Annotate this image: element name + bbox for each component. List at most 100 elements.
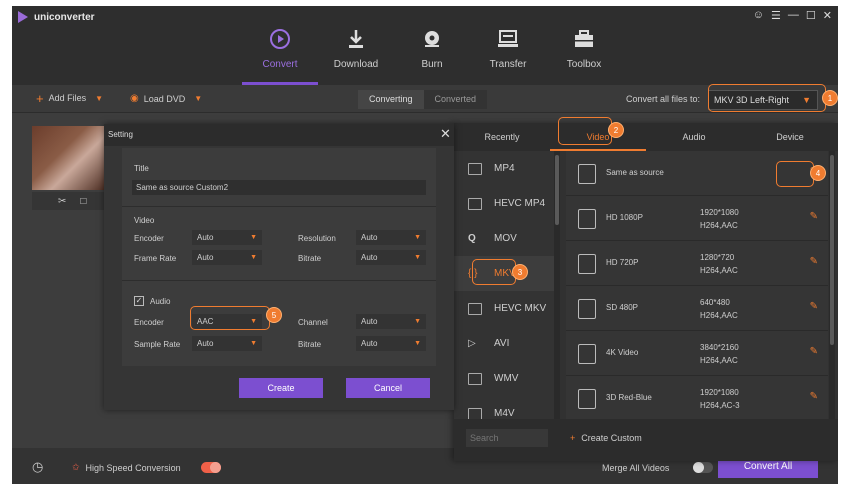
preset-name: HD 1080P — [606, 213, 643, 222]
preset-details: 640*480 H264,AAC — [700, 296, 738, 322]
create-button[interactable]: Create — [239, 378, 323, 398]
tab-audio[interactable]: Audio — [646, 123, 742, 151]
preset-codec: H264,AC-3 — [700, 401, 740, 410]
format-label: MOV — [494, 233, 517, 244]
chevron-down-icon[interactable]: ▼ — [95, 94, 103, 103]
tab-converting[interactable]: Converting — [358, 90, 424, 109]
format-list: MP4 HEVC MP4 Q MOV { } MKV HEVC MKV ▷ AVI W… — [454, 151, 554, 419]
tab-device[interactable]: Device — [742, 123, 838, 151]
frame-rate-select[interactable]: Auto ▼ — [192, 250, 262, 265]
maximize-icon[interactable]: ☐ — [806, 9, 816, 22]
preset-4k-video[interactable]: 4K Video 3840*2160 H264,AAC ✎ — [566, 331, 828, 376]
preset-resolution: 1920*1080 — [700, 388, 739, 397]
format-list-scrollbar[interactable] — [554, 151, 560, 419]
status-tabs: Converting Converted — [358, 90, 488, 109]
preset-codec: H264,AAC — [700, 221, 738, 230]
format-item-m4v[interactable]: M4V — [454, 396, 554, 419]
tab-converted[interactable]: Converted — [423, 90, 488, 109]
edit-icon[interactable]: ✎ — [810, 301, 818, 312]
high-speed-toggle[interactable] — [200, 462, 221, 473]
toolbox-icon — [574, 28, 594, 50]
menu-icon[interactable]: ☰ — [771, 9, 781, 22]
minimize-icon[interactable]: — — [788, 9, 799, 22]
nav-convert[interactable]: Convert — [242, 6, 318, 85]
close-icon[interactable]: ✕ — [823, 9, 832, 22]
user-icon[interactable]: ☺ — [753, 9, 764, 22]
chevron-down-icon: ▼ — [250, 234, 257, 241]
tab-recently[interactable]: Recently — [454, 123, 550, 151]
preset-codec: H264,AAC — [700, 266, 738, 275]
edit-icon[interactable]: ✎ — [810, 391, 818, 402]
nav-transfer[interactable]: Transfer — [470, 6, 546, 85]
preset-list-scrollbar[interactable] — [829, 151, 835, 419]
create-custom-button[interactable]: + Create Custom — [570, 433, 642, 443]
format-item-mov[interactable]: Q MOV — [454, 221, 554, 256]
load-dvd-label: Load DVD — [143, 93, 186, 104]
app-logo: uniconverter — [18, 11, 95, 23]
format-item-hevc-mkv[interactable]: HEVC MKV — [454, 291, 554, 326]
add-files-label: Add Files — [48, 93, 87, 103]
quicktime-icon: Q — [468, 233, 476, 244]
video-bitrate-select[interactable]: Auto ▼ — [356, 250, 426, 265]
format-search-input[interactable] — [466, 429, 548, 447]
sample-rate-select[interactable]: Auto ▼ — [192, 336, 262, 351]
merge-all-videos: Merge All Videos — [602, 462, 714, 473]
thumbnail-tools: ✂ □ — [32, 192, 106, 210]
format-item-mp4[interactable]: MP4 — [454, 151, 554, 186]
video-encoder-value: Auto — [197, 233, 214, 242]
resolution-select[interactable]: Auto ▼ — [356, 230, 426, 245]
crop-icon[interactable]: □ — [80, 196, 86, 207]
format-label: HEVC MP4 — [494, 198, 546, 209]
preset-hd-720p[interactable]: HD 720P 1280*720 H264,AAC ✎ — [566, 241, 828, 286]
format-item-avi[interactable]: ▷ AVI — [454, 326, 554, 361]
edit-icon[interactable]: ✎ — [810, 346, 818, 357]
video-bitrate-value: Auto — [361, 253, 378, 262]
nav-download[interactable]: Download — [318, 6, 394, 85]
chevron-down-icon: ▼ — [250, 340, 257, 347]
resolution-label: Resolution — [298, 234, 336, 243]
dialog-close-icon[interactable]: ✕ — [440, 126, 451, 142]
app-window: uniconverter ☺ ☰ — ☐ ✕ Convert Download — [12, 6, 838, 484]
high-speed-label: High Speed Conversion — [85, 462, 181, 473]
video-thumbnail[interactable] — [32, 126, 106, 190]
callout-highlight-format — [708, 84, 826, 112]
audio-bitrate-select[interactable]: Auto ▼ — [356, 336, 426, 351]
chevron-down-icon[interactable]: ▼ — [194, 94, 202, 103]
alarm-clock-icon[interactable]: ◷ — [32, 459, 43, 475]
frame-rate-value: Auto — [197, 253, 214, 262]
format-item-hevc-mp4[interactable]: HEVC MP4 — [454, 186, 554, 221]
load-dvd-button[interactable]: ◉ Load DVD ▼ — [130, 93, 202, 104]
callout-highlight-mkv — [472, 259, 516, 285]
download-icon — [347, 28, 365, 50]
cancel-button[interactable]: Cancel — [346, 378, 430, 398]
window-controls: ☺ ☰ — ☐ ✕ — [753, 9, 832, 22]
title-input[interactable]: Same as source Custom2 — [132, 180, 426, 195]
hevc-icon — [468, 302, 482, 315]
preset-name: Same as source — [606, 168, 664, 177]
edit-icon[interactable]: ✎ — [810, 256, 818, 267]
merge-toggle[interactable] — [693, 462, 714, 473]
burn-icon — [423, 28, 441, 50]
nav-burn-label: Burn — [421, 59, 443, 70]
video-encoder-select[interactable]: Auto ▼ — [192, 230, 262, 245]
lightning-icon: ✩ — [72, 462, 80, 472]
format-item-wmv[interactable]: WMV — [454, 361, 554, 396]
scissors-icon[interactable]: ✂ — [58, 196, 66, 207]
convert-all-to-label: Convert all files to: — [626, 94, 701, 104]
film-icon — [468, 162, 482, 175]
nav-burn[interactable]: Burn — [394, 6, 470, 85]
logo-icon — [18, 11, 28, 23]
transfer-icon — [498, 28, 518, 50]
preset-list: Same as source ✎ HD 1080P 1920*1080 H264,… — [566, 151, 828, 419]
preset-details: 1920*1080 H264,AAC — [700, 206, 739, 232]
audio-heading: Audio — [150, 297, 171, 306]
audio-checkbox[interactable]: ✓ — [134, 296, 144, 306]
channel-select[interactable]: Auto ▼ — [356, 314, 426, 329]
add-files-button[interactable]: + Add Files ▼ — [36, 92, 103, 105]
nav-toolbox[interactable]: Toolbox — [546, 6, 622, 85]
preset-hd-1080p[interactable]: HD 1080P 1920*1080 H264,AAC ✎ — [566, 196, 828, 241]
preset-sd-480p[interactable]: SD 480P 640*480 H264,AAC ✎ — [566, 286, 828, 331]
preset-3d-red-blue[interactable]: 3D Red-Blue 1920*1080 H264,AC-3 ✎ — [566, 376, 828, 419]
edit-icon[interactable]: ✎ — [810, 211, 818, 222]
preset-resolution: 1920*1080 — [700, 208, 739, 217]
